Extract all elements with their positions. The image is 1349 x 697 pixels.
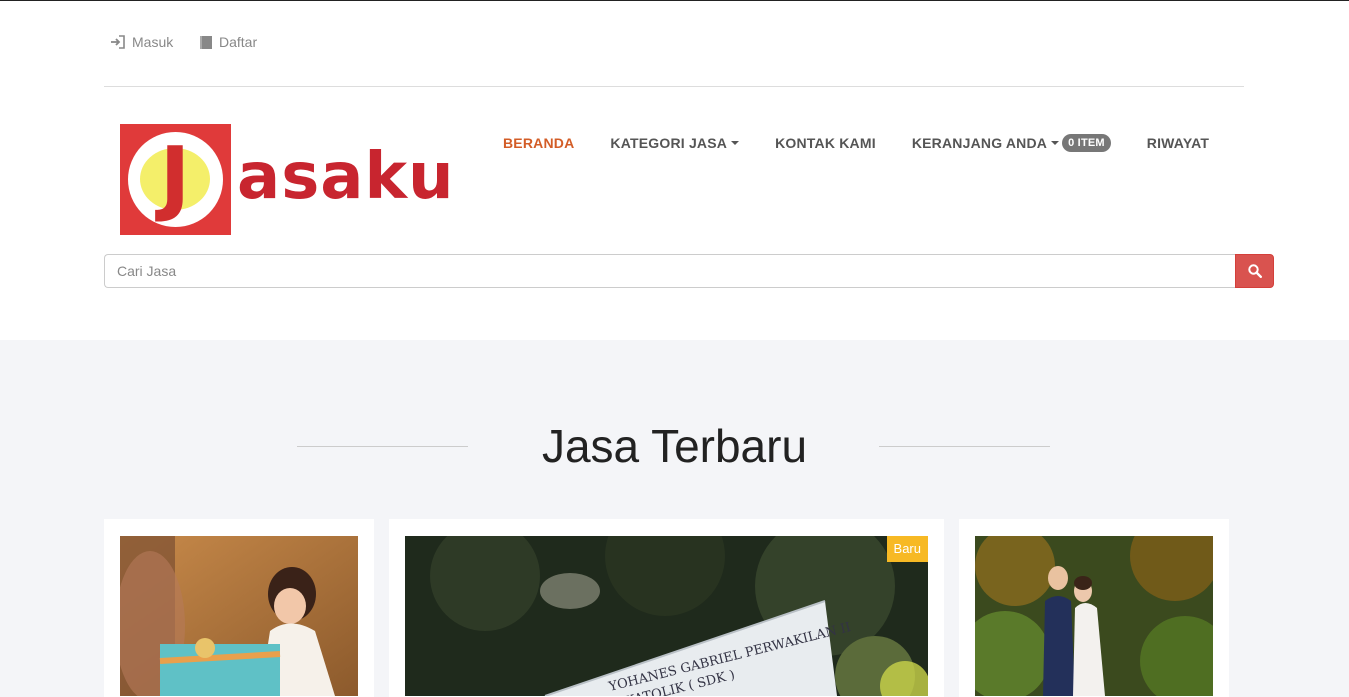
sign-in-icon bbox=[111, 35, 125, 49]
search-input[interactable] bbox=[104, 254, 1235, 288]
register-link[interactable]: Daftar bbox=[199, 34, 257, 50]
main-nav: BERANDA KATEGORI JASA KONTAK KAMI KERANJ… bbox=[503, 134, 1209, 152]
search-bar bbox=[104, 254, 1274, 288]
book-icon bbox=[200, 35, 212, 49]
caret-down-icon bbox=[1051, 141, 1060, 145]
logo-letter: J bbox=[159, 130, 191, 225]
cart-count-badge: 0 ITEM bbox=[1062, 134, 1111, 152]
nav-history[interactable]: RIWAYAT bbox=[1147, 135, 1209, 151]
login-label: Masuk bbox=[132, 34, 174, 50]
nav-cart-dropdown[interactable]: KERANJANG ANDA 0 ITEM bbox=[912, 134, 1111, 152]
service-card[interactable]: YOHANES GABRIEL PERWAKILAN II AP KATOLIK… bbox=[389, 519, 944, 697]
search-icon bbox=[1247, 264, 1262, 278]
new-badge: Baru bbox=[886, 536, 928, 562]
school-sign-photo[interactable]: YOHANES GABRIEL PERWAKILAN II AP KATOLIK… bbox=[405, 536, 928, 696]
service-card[interactable] bbox=[959, 519, 1229, 697]
wedding-couple-photo[interactable] bbox=[975, 536, 1213, 696]
jasaku-logo[interactable]: J asaku bbox=[120, 124, 454, 235]
latest-services-section: Jasa Terbaru YOHANES GABRIEL PERWAKILAN … bbox=[0, 340, 1349, 697]
title-divider-right bbox=[879, 446, 1050, 447]
logo-mark: J bbox=[120, 124, 231, 235]
logo-text: asaku bbox=[237, 140, 455, 214]
login-link[interactable]: Masuk bbox=[110, 34, 173, 50]
child-with-gift-photo[interactable] bbox=[120, 536, 358, 696]
nav-home[interactable]: BERANDA bbox=[503, 135, 574, 151]
service-card[interactable] bbox=[104, 519, 374, 697]
top-bar: Masuk Daftar bbox=[104, 1, 1244, 87]
caret-down-icon bbox=[731, 141, 740, 145]
search-button[interactable] bbox=[1235, 254, 1274, 288]
nav-contact[interactable]: KONTAK KAMI bbox=[775, 135, 876, 151]
section-title: Jasa Terbaru bbox=[541, 420, 808, 472]
nav-categories-dropdown[interactable]: KATEGORI JASA bbox=[610, 135, 740, 151]
register-label: Daftar bbox=[219, 34, 258, 50]
